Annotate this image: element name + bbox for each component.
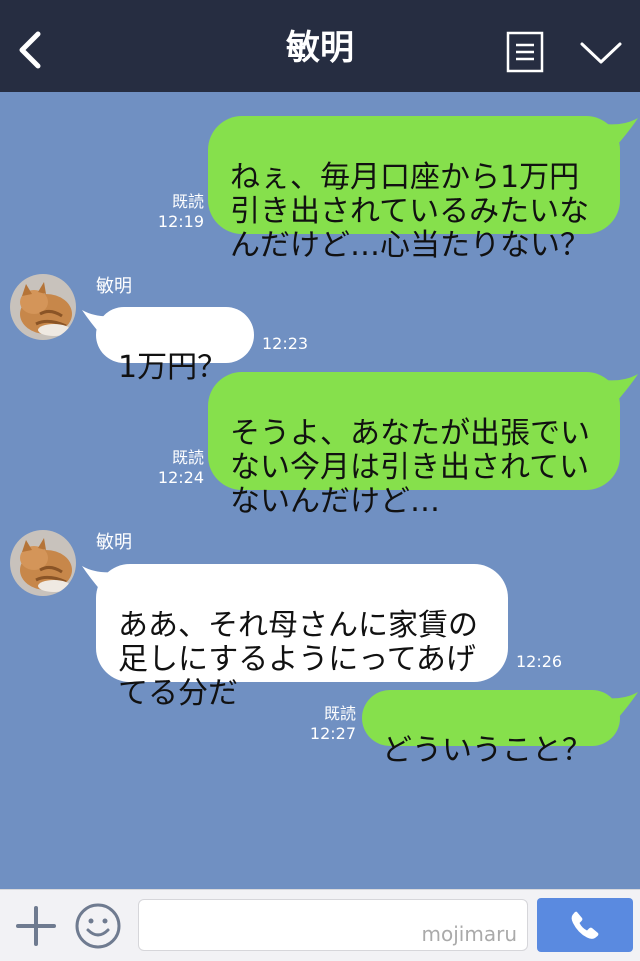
message-text: そうよ、あなたが出張でい ない今月は引き出されてい ないんだけど… xyxy=(230,416,590,519)
message-input[interactable]: mojimaru xyxy=(138,899,528,951)
outgoing-message[interactable]: ねぇ、毎月口座から1万円 引き出されているみたいな んだけど…心当たりない？ xyxy=(208,116,620,263)
read-receipt: 既読 xyxy=(171,192,204,211)
message-text: 1万円？ xyxy=(118,350,228,385)
menu-icon[interactable] xyxy=(505,30,545,74)
incoming-message[interactable]: 1万円？ xyxy=(96,307,254,385)
phone-icon xyxy=(571,911,599,939)
read-receipt: 既読 xyxy=(323,704,356,723)
message-time: 12:19 xyxy=(157,212,204,231)
message-text: ねぇ、毎月口座から1万円 引き出されているみたいな んだけど…心当たりない？ xyxy=(230,160,590,263)
message-time: 12:23 xyxy=(262,334,309,353)
message-meta: 既読 12:27 xyxy=(302,704,356,744)
message-meta: 既読 12:24 xyxy=(150,448,204,488)
sender-name: 敏明 xyxy=(96,532,132,553)
message-time: 12:27 xyxy=(309,724,356,743)
message-text: どういうこと？ xyxy=(382,733,592,768)
outgoing-message[interactable]: どういうこと？ xyxy=(362,690,620,768)
bubble-tail xyxy=(604,692,638,718)
input-bar: mojimaru xyxy=(0,889,640,961)
watermark: mojimaru xyxy=(421,922,517,946)
outgoing-message[interactable]: そうよ、あなたが出張でい ない今月は引き出されてい ないんだけど… xyxy=(208,372,620,519)
bubble-tail xyxy=(604,118,638,144)
cat-avatar-icon xyxy=(10,530,76,596)
smiley-icon[interactable] xyxy=(74,902,122,950)
avatar[interactable] xyxy=(10,274,76,340)
message-meta: 既読 12:19 xyxy=(150,192,204,232)
message-time: 12:26 xyxy=(516,652,563,671)
read-receipt: 既読 xyxy=(171,448,204,467)
bubble-tail xyxy=(604,374,638,400)
plus-icon[interactable] xyxy=(14,904,58,948)
chat-area[interactable]: 既読 12:19 ねぇ、毎月口座から1万円 引き出されているみたいな んだけど…… xyxy=(0,92,640,889)
chat-header: 敏明 xyxy=(0,0,640,92)
chevron-down-icon[interactable] xyxy=(578,36,624,70)
incoming-message[interactable]: ああ、それ母さんに家賃の 足しにするようにってあげ てる分だ xyxy=(96,564,508,711)
cat-avatar-icon xyxy=(10,274,76,340)
message-time: 12:24 xyxy=(157,468,204,487)
sender-name: 敏明 xyxy=(96,276,132,297)
avatar[interactable] xyxy=(10,530,76,596)
call-button[interactable] xyxy=(537,898,633,952)
